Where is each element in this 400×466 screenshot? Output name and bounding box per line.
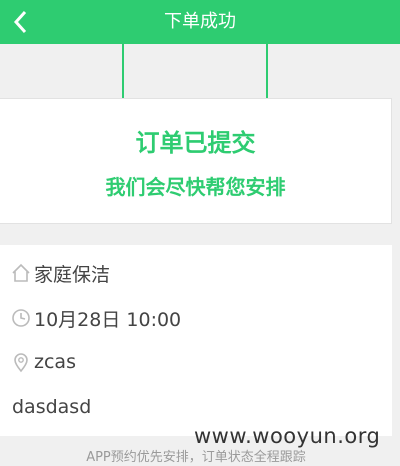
service-name: 家庭保洁 [34,263,111,286]
time-row: 10月28日 10:00 [10,304,181,332]
note-value: dasdasd [12,396,92,418]
clock-icon [12,309,30,327]
appointment-time: 10月28日 10:00 [34,308,182,331]
step-divider [266,44,268,98]
step-divider [122,44,124,98]
service-row: 家庭保洁 [10,259,110,287]
order-info: 家庭保洁 10月28日 10:00 zcas dasdasd [0,245,392,436]
address-value: zcas [34,351,76,373]
order-submitted-card: 订单已提交 我们会尽快帮您安排 [0,98,392,224]
page-title: 下单成功 [164,11,236,32]
order-submitted-title: 订单已提交 [135,129,256,157]
order-submitted-subtitle: 我们会尽快帮您安排 [105,175,286,199]
note-row: dasdasd [12,393,91,421]
watermark: www.wooyun.org [194,424,381,448]
address-row: zcas [10,348,76,376]
top-bar: 下单成功 [0,0,400,44]
home-icon [12,263,30,282]
location-pin-icon [14,353,28,373]
